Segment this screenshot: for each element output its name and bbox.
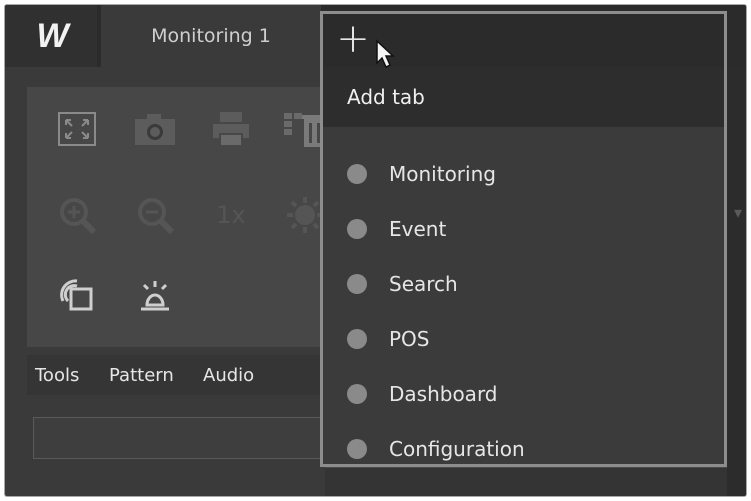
app-logo: W: [5, 5, 97, 67]
zoom-1x-icon[interactable]: 1x: [207, 191, 255, 239]
tab-monitoring-1[interactable]: Monitoring 1: [101, 5, 321, 67]
scroll-arrow-icon: ▾: [734, 203, 743, 222]
print-icon[interactable]: [207, 105, 255, 153]
alarm-icon[interactable]: [131, 271, 179, 319]
panel-tabs: Tools Pattern Audio: [27, 355, 327, 395]
fullscreen-icon[interactable]: [53, 105, 101, 153]
tab-tools[interactable]: Tools: [35, 355, 79, 395]
camera-icon[interactable]: [131, 105, 179, 153]
app-window: W Monitoring 1 1x Tools Pattern Audio ▾ …: [4, 4, 747, 497]
tool-panel: 1x: [27, 87, 328, 347]
add-tab-highlight: [320, 11, 727, 467]
overlay-icon[interactable]: [53, 271, 101, 319]
tab-pattern[interactable]: Pattern: [109, 355, 174, 395]
panel-input[interactable]: [33, 417, 333, 459]
tab-audio[interactable]: Audio: [203, 355, 254, 395]
add-tab-button[interactable]: +: [323, 11, 383, 67]
zoom-in-icon[interactable]: [53, 191, 101, 239]
zoom-out-icon[interactable]: [131, 191, 179, 239]
mouse-cursor-icon: [376, 39, 395, 69]
right-edge: [727, 67, 746, 496]
